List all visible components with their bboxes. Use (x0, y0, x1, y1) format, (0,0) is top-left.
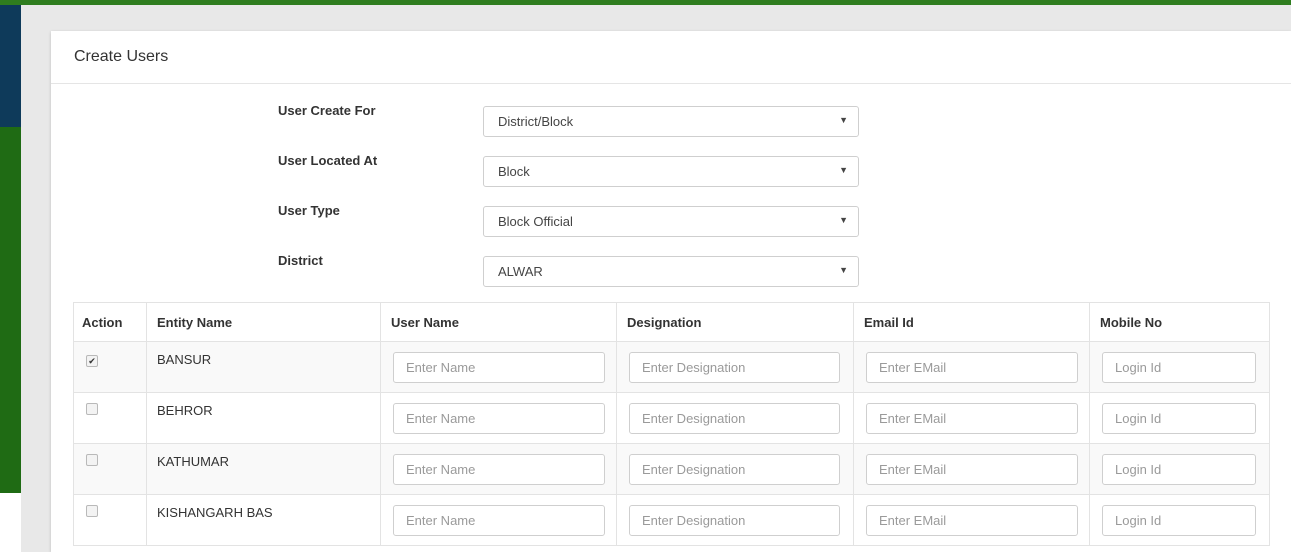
header-email-id: Email Id (853, 302, 1090, 342)
user-located-at-label: User Located At (278, 153, 378, 168)
mobile-input[interactable]: Login Id (1102, 403, 1256, 434)
designation-input[interactable]: Enter Designation (629, 454, 840, 485)
email-input[interactable]: Enter EMail (866, 403, 1078, 434)
designation-input[interactable]: Enter Designation (629, 403, 840, 434)
row-checkbox[interactable] (86, 505, 98, 517)
user-name-input[interactable]: Enter Name (393, 505, 605, 536)
designation-placeholder: Enter Designation (642, 411, 746, 426)
header-action: Action (73, 302, 147, 342)
entity-name: KISHANGARH BAS (146, 494, 381, 546)
user-located-at-value: Block (498, 164, 530, 179)
user-type-value: Block Official (498, 214, 573, 229)
email-input[interactable]: Enter EMail (866, 454, 1078, 485)
chevron-down-icon: ▼ (839, 115, 848, 125)
district-select[interactable]: ALWAR ▼ (483, 256, 859, 287)
user-create-for-value: District/Block (498, 114, 574, 129)
mobile-input[interactable]: Login Id (1102, 505, 1256, 536)
email-placeholder: Enter EMail (879, 411, 947, 426)
user-create-for-select[interactable]: District/Block ▼ (483, 106, 859, 137)
email-placeholder: Enter EMail (879, 360, 947, 375)
table-row: KISHANGARH BAS Enter Name Enter Designat… (73, 494, 1270, 546)
action-cell: ✔ (73, 341, 147, 393)
district-value: ALWAR (498, 264, 543, 279)
top-header-strip (0, 0, 1291, 5)
table-row: ✔ BANSUR Enter Name Enter Designation En… (73, 341, 1270, 393)
action-cell (73, 494, 147, 546)
action-cell (73, 443, 147, 495)
entity-name: KATHUMAR (146, 443, 381, 495)
designation-placeholder: Enter Designation (642, 360, 746, 375)
form-row-user-located-at: User Located At Block ▼ (51, 153, 1291, 187)
user-name-placeholder: Enter Name (406, 360, 476, 375)
user-name-placeholder: Enter Name (406, 513, 476, 528)
user-name-input[interactable]: Enter Name (393, 454, 605, 485)
user-create-for-label: User Create For (278, 103, 376, 118)
form-row-district: District ALWAR ▼ (51, 253, 1291, 287)
email-placeholder: Enter EMail (879, 462, 947, 477)
chevron-down-icon: ▼ (839, 215, 848, 225)
entity-name: BEHROR (146, 392, 381, 444)
form-row-user-type: User Type Block Official ▼ (51, 203, 1291, 237)
user-name-placeholder: Enter Name (406, 462, 476, 477)
chevron-down-icon: ▼ (839, 165, 848, 175)
panel-header: Create Users (51, 31, 1291, 84)
header-user-name: User Name (380, 302, 617, 342)
row-checkbox[interactable]: ✔ (86, 355, 98, 367)
user-name-placeholder: Enter Name (406, 411, 476, 426)
chevron-down-icon: ▼ (839, 265, 848, 275)
sidebar-edge-blue (0, 5, 21, 127)
table-row: BEHROR Enter Name Enter Designation Ente… (73, 392, 1270, 444)
user-type-select[interactable]: Block Official ▼ (483, 206, 859, 237)
header-entity-name: Entity Name (146, 302, 381, 342)
designation-placeholder: Enter Designation (642, 513, 746, 528)
user-type-label: User Type (278, 203, 340, 218)
designation-input[interactable]: Enter Designation (629, 352, 840, 383)
table-header-row: Action Entity Name User Name Designation… (73, 302, 1270, 342)
entity-name: BANSUR (146, 341, 381, 393)
mobile-placeholder: Login Id (1115, 411, 1162, 426)
user-located-at-select[interactable]: Block ▼ (483, 156, 859, 187)
table-row: KATHUMAR Enter Name Enter Designation En… (73, 443, 1270, 495)
header-mobile-no: Mobile No (1089, 302, 1270, 342)
form-row-user-create-for: User Create For District/Block ▼ (51, 103, 1291, 137)
action-cell (73, 392, 147, 444)
create-users-panel: Create Users User Create For District/Bl… (51, 31, 1291, 552)
mobile-placeholder: Login Id (1115, 513, 1162, 528)
mobile-input[interactable]: Login Id (1102, 454, 1256, 485)
district-label: District (278, 253, 323, 268)
email-input[interactable]: Enter EMail (866, 505, 1078, 536)
row-checkbox[interactable] (86, 403, 98, 415)
panel-title: Create Users (74, 48, 169, 65)
designation-input[interactable]: Enter Designation (629, 505, 840, 536)
header-designation: Designation (616, 302, 854, 342)
email-input[interactable]: Enter EMail (866, 352, 1078, 383)
designation-placeholder: Enter Designation (642, 462, 746, 477)
mobile-input[interactable]: Login Id (1102, 352, 1256, 383)
sidebar-edge-green (0, 127, 21, 493)
sidebar-edge-white (0, 493, 21, 552)
user-name-input[interactable]: Enter Name (393, 403, 605, 434)
email-placeholder: Enter EMail (879, 513, 947, 528)
users-table: Action Entity Name User Name Designation… (73, 302, 1270, 546)
mobile-placeholder: Login Id (1115, 360, 1162, 375)
row-checkbox[interactable] (86, 454, 98, 466)
user-name-input[interactable]: Enter Name (393, 352, 605, 383)
mobile-placeholder: Login Id (1115, 462, 1162, 477)
check-icon: ✔ (88, 356, 96, 366)
